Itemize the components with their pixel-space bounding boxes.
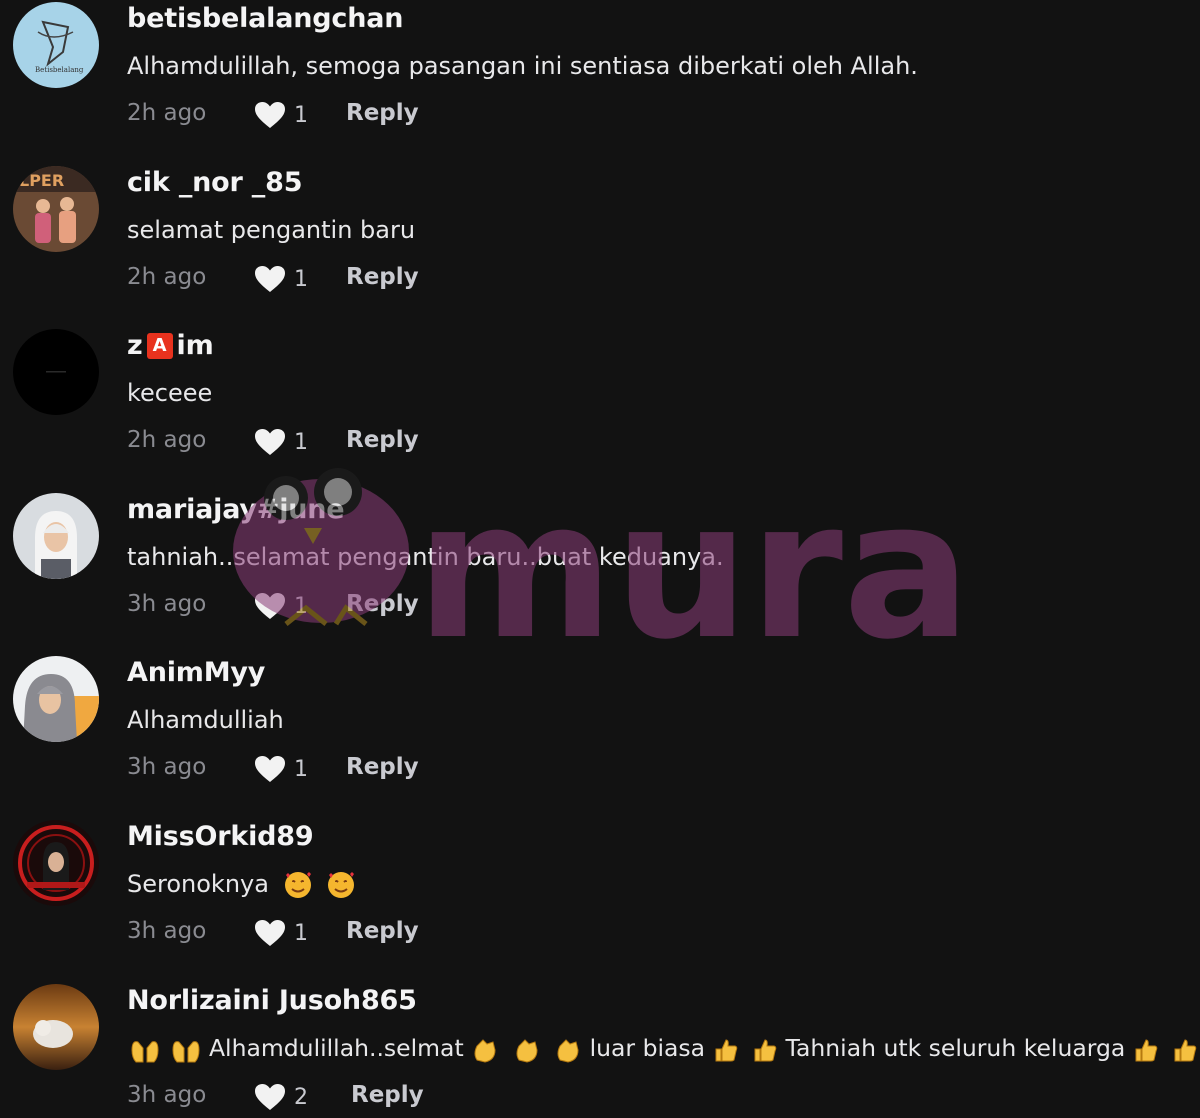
like-count: 1: [294, 593, 308, 619]
username-part: im: [176, 330, 214, 361]
comment-username[interactable]: Norlizaini Jusoh865: [127, 985, 417, 1016]
reply-button[interactable]: Reply: [346, 591, 419, 617]
like-count: 1: [294, 756, 308, 782]
like-button[interactable]: 2: [254, 1082, 308, 1112]
smiling-hearts-face-icon: [284, 872, 311, 898]
comment-time: 2h ago: [127, 264, 207, 290]
username-part: z: [127, 330, 143, 361]
like-count: 1: [294, 102, 308, 128]
comment-item: AnimMyy Alhamdulliah 3h ago 1 Reply: [0, 654, 1200, 818]
smiling-hearts-face-icon: [328, 872, 355, 898]
avatar[interactable]: LPER: [13, 166, 99, 252]
comment-text: tahniah..selamat pengantin baru..buat ke…: [127, 543, 724, 571]
heart-icon: [255, 1084, 285, 1110]
comment-time: 2h ago: [127, 100, 207, 126]
like-button[interactable]: 1: [254, 591, 308, 621]
thumbs-up-icon: [1135, 1038, 1158, 1061]
reply-button[interactable]: Reply: [346, 100, 419, 126]
comment-text: Alhamdulliah: [127, 706, 284, 734]
comment-username[interactable]: z Aim: [127, 330, 214, 361]
like-button[interactable]: 1: [254, 264, 308, 294]
comment-time: 2h ago: [127, 427, 207, 453]
clapping-hands-icon: [557, 1038, 579, 1063]
like-button[interactable]: 1: [254, 100, 308, 130]
like-button[interactable]: 1: [254, 754, 308, 784]
palms-up-icon: [172, 1040, 200, 1062]
comment-item: MissOrkid89 Seronoknya 3h ago 1 Reply: [0, 818, 1200, 982]
heart-icon: [255, 920, 285, 946]
avatar[interactable]: [13, 656, 99, 742]
comment-text: Alhamdulillah..selmat luar biasa Tahniah…: [130, 1034, 1198, 1064]
comment-username[interactable]: mariajay#june: [127, 494, 345, 525]
avatar[interactable]: Betisbelalang: [13, 2, 99, 88]
reply-button[interactable]: Reply: [346, 427, 419, 453]
comment-username[interactable]: MissOrkid89: [127, 821, 314, 852]
comment-text: Seronoknya: [127, 870, 356, 900]
like-count: 1: [294, 429, 308, 455]
palms-up-icon: [131, 1040, 159, 1062]
heart-icon: [255, 593, 285, 619]
reply-button[interactable]: Reply: [351, 1082, 424, 1108]
comment-text: selamat pengantin baru: [127, 216, 416, 244]
heart-icon: [255, 429, 285, 455]
comment-item: LPER cik _nor _85 selamat pengantin baru…: [0, 164, 1200, 328]
clapping-hands-icon: [516, 1038, 538, 1063]
comment-item: mariajay#june tahniah..selamat pengantin…: [0, 491, 1200, 655]
comment-text: keceee: [127, 379, 213, 407]
comment-item: Betisbelalang betisbelalangchan Alhamdul…: [0, 0, 1200, 164]
letter-badge: A: [146, 333, 173, 359]
like-button[interactable]: 1: [254, 918, 308, 948]
thumbs-up-icon: [1174, 1038, 1197, 1061]
reply-button[interactable]: Reply: [346, 918, 419, 944]
like-count: 1: [294, 266, 308, 292]
clapping-hands-icon: [474, 1038, 496, 1063]
comment-username[interactable]: cik _nor _85: [127, 167, 302, 198]
reply-button[interactable]: Reply: [346, 264, 419, 290]
comment-text: Alhamdulillah, semoga pasangan ini senti…: [127, 52, 918, 80]
thumbs-up-icon: [754, 1038, 777, 1061]
comment-time: 3h ago: [127, 918, 207, 944]
comment-time: 3h ago: [127, 591, 207, 617]
like-count: 1: [294, 920, 308, 946]
avatar[interactable]: [13, 820, 99, 906]
comment-time: 3h ago: [127, 754, 207, 780]
like-button[interactable]: 1: [254, 427, 308, 457]
comment-item: z Aim keceee 2h ago 1 Reply: [0, 327, 1200, 491]
avatar[interactable]: [13, 493, 99, 579]
comment-text-part: Tahniah utk seluruh keluarga: [785, 1034, 1126, 1062]
heart-icon: [255, 102, 285, 128]
comment-item: Norlizaini Jusoh865 Alhamdulillah..selma…: [0, 982, 1200, 1118]
comment-username[interactable]: betisbelalangchan: [127, 3, 403, 34]
comment-username[interactable]: AnimMyy: [127, 657, 265, 688]
svg-text:LPER: LPER: [19, 171, 64, 190]
comment-time: 3h ago: [127, 1082, 207, 1108]
heart-icon: [255, 756, 285, 782]
avatar[interactable]: [13, 984, 99, 1070]
comments-page: Betisbelalang betisbelalangchan Alhamdul…: [0, 0, 1200, 1118]
comment-text-part: Seronoknya: [127, 870, 269, 898]
svg-text:Betisbelalang: Betisbelalang: [35, 66, 84, 74]
like-count: 2: [294, 1084, 308, 1110]
comment-text-part: luar biasa: [589, 1034, 706, 1062]
reply-button[interactable]: Reply: [346, 754, 419, 780]
thumbs-up-icon: [715, 1038, 737, 1061]
avatar[interactable]: [13, 329, 99, 415]
comment-text-part: Alhamdulillah..selmat: [208, 1034, 464, 1062]
heart-icon: [255, 266, 285, 292]
